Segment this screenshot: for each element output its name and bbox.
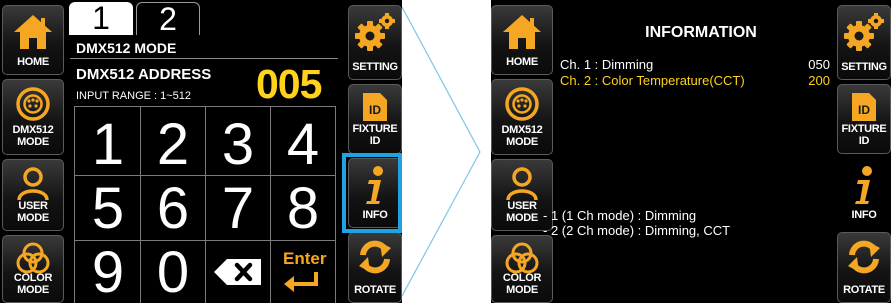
dmx512-mode-label: DMX512 MODE [12,124,54,148]
key-1[interactable]: 1 [76,116,140,174]
channel-row-1: Ch. 1 : Dimming 050 [560,57,830,73]
fixture-id-label: FIXTURE ID [841,123,887,147]
fixture-id-button[interactable]: ID FIXTURE ID [348,84,402,154]
gear-icon [844,13,884,51]
color-mode-button-2[interactable]: COLOR MODE [491,235,553,303]
channel-row-2: Ch. 2 : Color Temperature(CCT) 200 [560,73,830,89]
info-icon [855,166,872,204]
backspace-icon [214,259,261,285]
home-label: HOME [506,56,538,68]
dmx-connector-icon [16,87,50,121]
separator-line [70,58,338,59]
color-mode-label: COLOR MODE [502,272,542,296]
key-5[interactable]: 5 [76,180,140,238]
tab-1-label: 1 [92,0,110,36]
key-9[interactable]: 9 [76,244,140,302]
key-3[interactable]: 3 [206,116,270,174]
key-4[interactable]: 4 [271,116,335,174]
mode-line-2: - 2 (2 Ch mode) : Dimming, CCT [543,223,731,238]
backspace-key[interactable] [206,241,270,303]
channel-2-value: 200 [808,73,830,88]
tab-2[interactable]: 2 [136,1,200,37]
channel-2-name: Ch. 2 : Color Temperature(CCT) [560,73,745,88]
fixture-id-button-2[interactable]: ID FIXTURE ID [837,84,891,154]
id-card-icon: ID [363,93,387,121]
mode-line-1: - 1 (1 Ch mode) : Dimming [543,208,697,223]
gear-icon [355,13,395,51]
rotate-icon [848,240,880,274]
info-title: INFORMATION [645,24,757,41]
key-7[interactable]: 7 [206,180,270,238]
rotate-label: ROTATE [354,284,396,296]
key-6[interactable]: 6 [141,180,205,238]
dmx512-mode-button[interactable]: DMX512 MODE [2,79,64,155]
svg-text:ID: ID [858,103,870,117]
information-screen: HOME DMX512 MODE USER MODE COLOR MODE IN… [491,0,891,303]
mode-title: DMX512 MODE [76,40,177,56]
info-label: INFO [851,209,877,221]
rotate-button-2[interactable]: ROTATE [837,232,891,303]
key-0[interactable]: 0 [141,244,205,302]
svg-text:ID: ID [369,103,381,117]
dmx512-mode-label: DMX512 MODE [501,124,543,148]
rotate-icon [359,240,391,274]
home-button-2[interactable]: HOME [491,5,553,75]
user-mode-label: USER MODE [506,200,538,224]
channel-1-value: 050 [808,57,830,72]
color-mode-label: COLOR MODE [13,272,53,296]
setting-label: SETTING [841,61,887,73]
setting-button-2[interactable]: SETTING [837,5,891,80]
user-icon [17,167,49,201]
dmx-address-screen: HOME DMX512 MODE USER MODE COLOR MODE 1 … [0,0,402,303]
tab-2-label: 2 [159,1,177,37]
input-range-label: INPUT RANGE : 1~512 [76,90,192,102]
user-mode-button[interactable]: USER MODE [2,159,64,231]
enter-label: Enter [283,249,327,268]
channel-1-name: Ch. 1 : Dimming [560,57,654,72]
info-highlight-box [342,153,402,233]
home-icon [14,15,52,49]
color-circles-icon [505,242,539,274]
keypad: 1 2 3 4 5 6 7 8 9 0 Enter [74,106,336,303]
user-mode-label: USER MODE [17,200,49,224]
setting-label: SETTING [352,61,398,73]
key-2[interactable]: 2 [141,116,205,174]
rotate-button[interactable]: ROTATE [348,232,402,303]
key-8[interactable]: 8 [271,180,335,238]
address-value: 005 [256,61,322,107]
enter-key[interactable]: Enter [271,241,335,303]
home-icon [503,15,541,49]
dmx512-mode-button-2[interactable]: DMX512 MODE [491,79,553,155]
address-label: DMX512 ADDRESS [76,66,212,83]
home-button[interactable]: HOME [2,5,64,75]
fixture-id-label: FIXTURE ID [352,123,398,147]
dmx-connector-icon [505,87,539,121]
setting-button[interactable]: SETTING [348,5,402,80]
tab-1[interactable]: 1 [69,2,133,35]
id-card-icon: ID [852,93,876,121]
home-label: HOME [17,56,49,68]
color-circles-icon [16,242,50,274]
rotate-label: ROTATE [843,284,885,296]
info-button-2[interactable]: INFO [837,158,891,228]
enter-arrow-icon [284,272,318,292]
color-mode-button[interactable]: COLOR MODE [2,235,64,303]
user-icon [506,167,538,201]
